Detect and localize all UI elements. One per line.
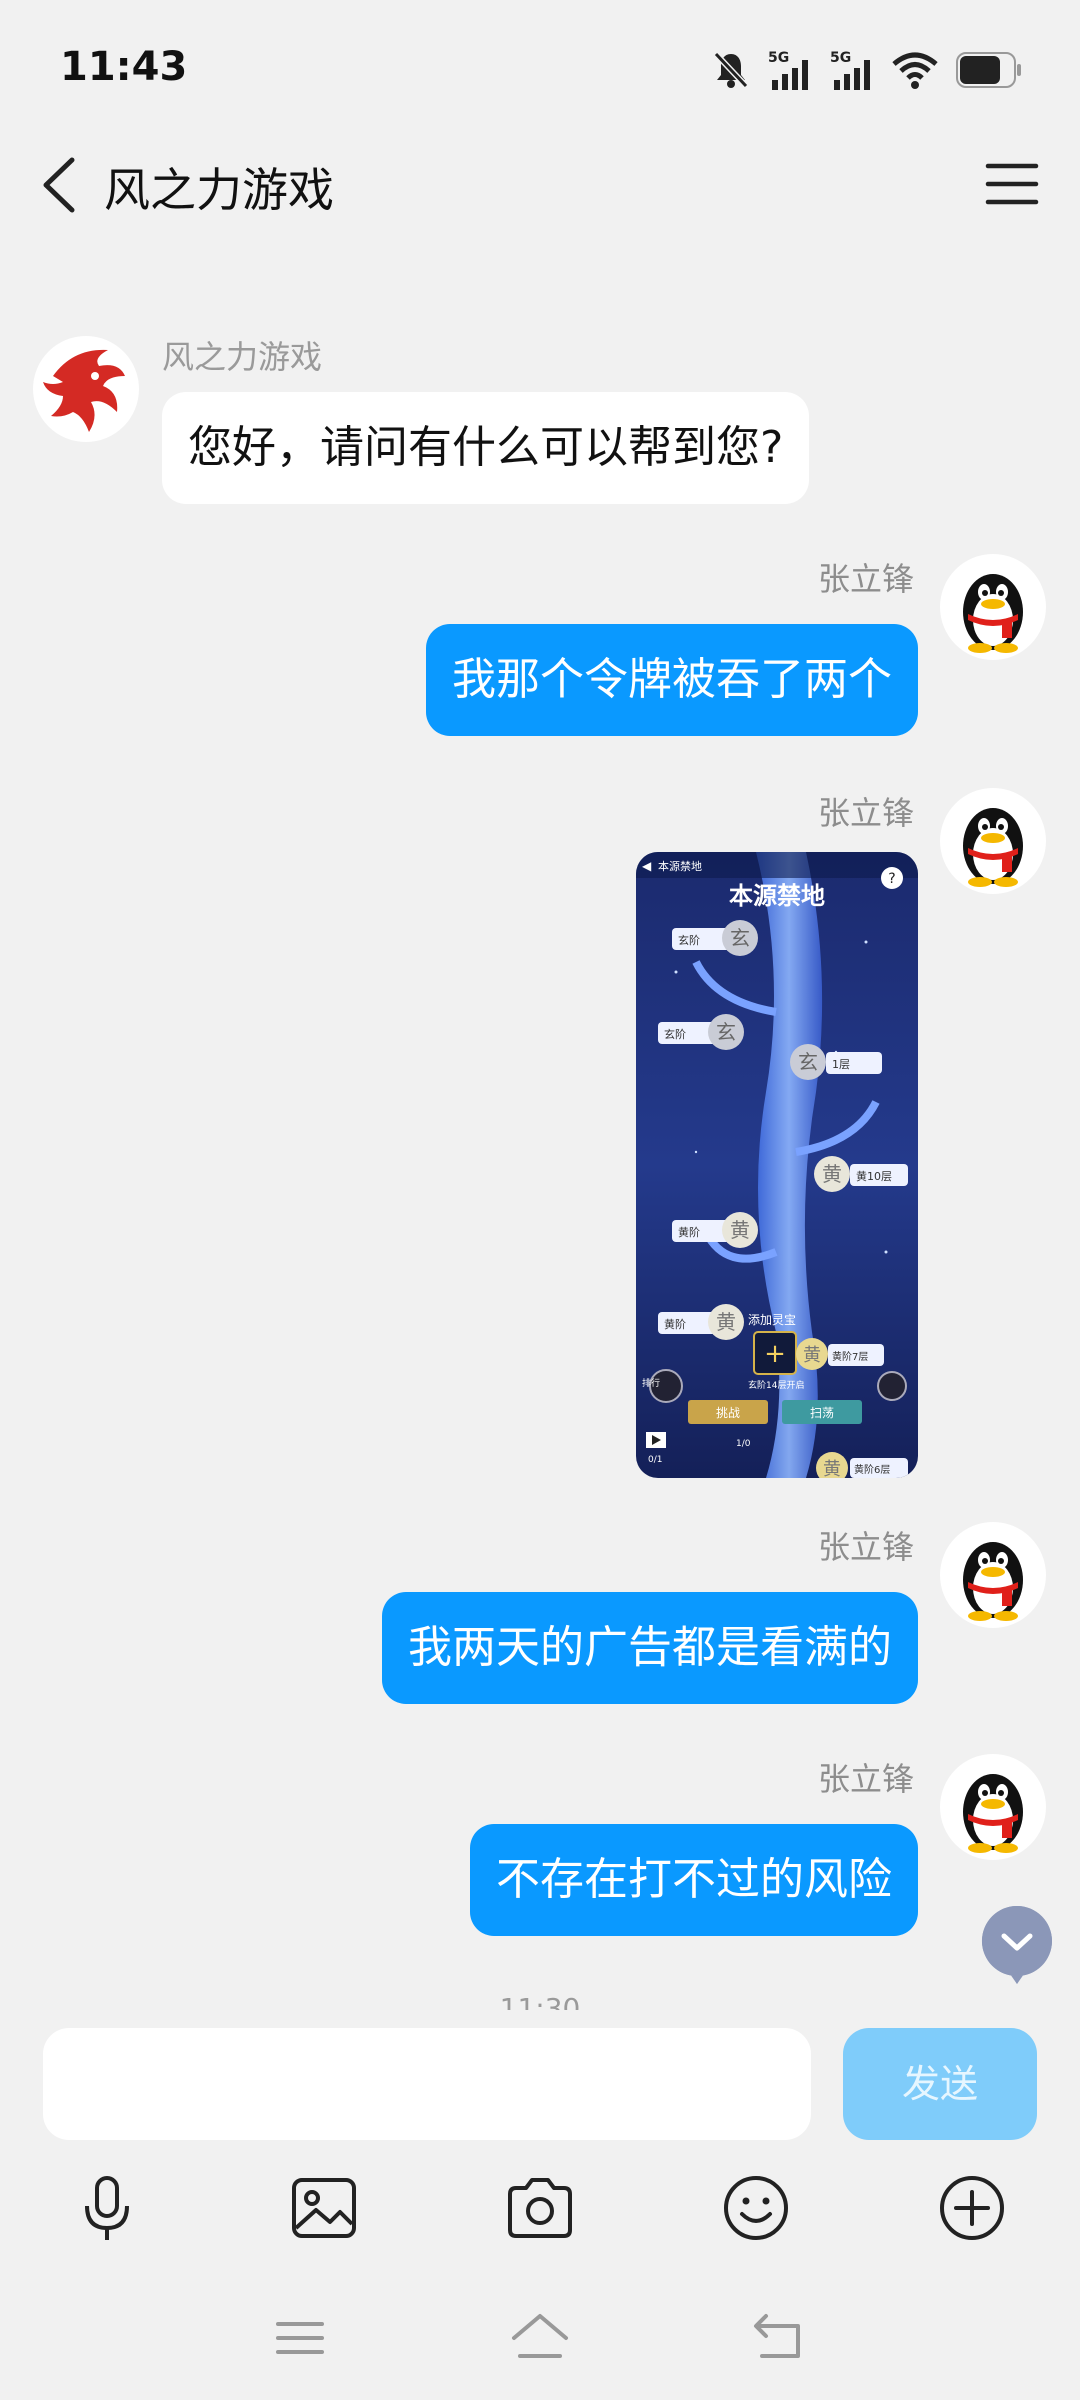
svg-text:◀: ◀ [642,859,652,873]
sender-name: 张立锋 [817,560,914,598]
emoji-icon[interactable] [716,2168,796,2248]
svg-text:+: + [764,1339,786,1369]
svg-text:1层: 1层 [832,1058,850,1071]
input-panel: 发送 [0,2010,1080,2276]
svg-text:5G: 5G [830,50,851,66]
svg-text:玄阶14层开启: 玄阶14层开启 [748,1379,804,1391]
chat-header: 风之力游戏 [0,130,1080,240]
svg-text:扫荡: 扫荡 [810,1406,834,1420]
signal-5g-icon: 5G [768,50,808,90]
svg-text:添加灵宝: 添加灵宝 [748,1313,796,1327]
phoenix-logo-icon [43,349,125,432]
svg-text:黄10层: 黄10层 [856,1169,892,1183]
avatar-user[interactable] [940,1754,1046,1860]
svg-text:本源禁地: 本源禁地 [729,881,825,910]
camera-icon[interactable] [500,2168,580,2248]
avatar-user[interactable] [940,788,1046,894]
menu-icon[interactable] [268,2306,332,2370]
sender-name: 风之力游戏 [162,338,323,376]
sender-name: 张立锋 [817,1760,914,1798]
svg-text:排行: 排行 [642,1377,660,1389]
message-bubble-incoming[interactable]: 您好，请问有什么可以帮到您? [162,392,810,504]
status-time: 11:43 [60,44,188,90]
page-title: 风之力游戏 [104,163,334,217]
hamburger-menu-icon[interactable] [982,156,1042,212]
message-bubble-outgoing[interactable]: 我两天的广告都是看满的 [382,1592,918,1704]
status-bar: 11:43 5G 5G [0,0,1080,130]
svg-text:玄: 玄 [798,1050,818,1074]
avatar-user[interactable] [940,1522,1046,1628]
game-screenshot: ◀ 本源禁地 本源禁地 ? 玄阶 玄 玄阶 玄 玄 1层 黄 黄10层 黄阶 黄… [636,852,918,1478]
svg-text:玄阶: 玄阶 [678,933,700,947]
battery-icon [956,52,1021,88]
message-bubble-outgoing[interactable]: 我那个令牌被吞了两个 [426,624,918,736]
sender-name: 张立锋 [817,1528,914,1566]
avatar-shop[interactable] [33,336,139,442]
send-button[interactable]: 发送 [843,2028,1037,2140]
svg-text:黄: 黄 [822,1162,842,1186]
svg-text:黄阶: 黄阶 [664,1317,686,1331]
penguin-avatar-icon [963,808,1023,887]
penguin-avatar-icon [963,574,1023,653]
home-icon[interactable] [508,2306,572,2370]
svg-text:黄阶: 黄阶 [678,1225,700,1239]
wifi-icon [892,52,938,89]
svg-text:5G: 5G [768,50,789,66]
plus-circle-icon[interactable] [932,2168,1012,2248]
scroll-to-bottom-icon[interactable] [980,1904,1054,1986]
avatar-user[interactable] [940,554,1046,660]
penguin-avatar-icon [963,1542,1023,1621]
svg-text:黄: 黄 [716,1310,736,1334]
penguin-avatar-icon [963,1774,1023,1853]
image-message[interactable]: ◀ 本源禁地 本源禁地 ? 玄阶 玄 玄阶 玄 玄 1层 黄 黄10层 黄阶 黄… [636,852,918,1478]
image-icon[interactable] [284,2168,364,2248]
status-icons: 5G 5G [712,48,1022,92]
svg-text:0/1: 0/1 [648,1455,662,1465]
sender-name: 张立锋 [817,794,914,832]
mute-bell-icon [713,51,749,89]
svg-text:玄: 玄 [730,926,750,950]
message-bubble-outgoing[interactable]: 不存在打不过的风险 [470,1824,918,1936]
svg-text:黄阶7层: 黄阶7层 [832,1350,868,1363]
svg-text:玄阶: 玄阶 [664,1027,686,1041]
signal-5g-icon-2: 5G [830,50,870,90]
svg-text:黄: 黄 [730,1218,750,1242]
chat-messages[interactable]: 风之力游戏 您好，请问有什么可以帮到您? 张立锋 我那个令牌被吞了两个 张立锋 [0,240,1080,2010]
svg-text:1/0: 1/0 [736,1439,751,1449]
message-input[interactable] [43,2028,811,2140]
svg-text:挑战: 挑战 [716,1406,740,1420]
svg-text:黄阶6层: 黄阶6层 [854,1463,890,1476]
svg-text:?: ? [888,871,895,887]
time-separator: 11:30 [499,1992,581,2010]
svg-text:黄: 黄 [823,1459,841,1478]
svg-text:玄: 玄 [716,1020,736,1044]
back-arrow-icon[interactable] [34,152,94,218]
back-icon[interactable] [748,2306,812,2370]
svg-text:黄: 黄 [803,1345,821,1366]
svg-text:本源禁地: 本源禁地 [658,859,702,873]
system-nav-bar [0,2276,1080,2400]
microphone-icon[interactable] [67,2168,147,2248]
